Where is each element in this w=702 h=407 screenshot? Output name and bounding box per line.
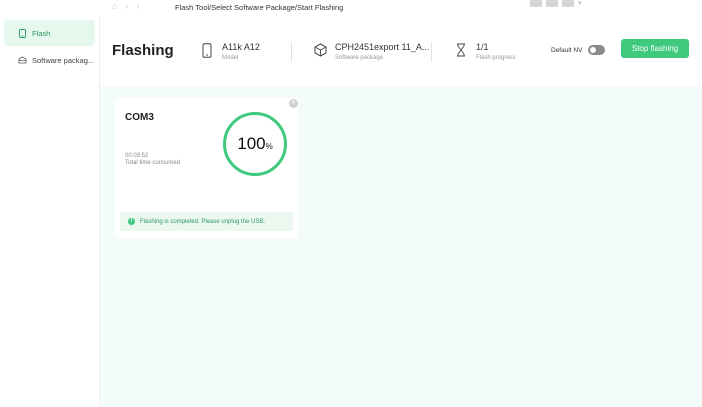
default-nv-toggle[interactable]: [588, 45, 605, 55]
package-label: Software package: [335, 55, 384, 61]
device-card: ✕ COM3 00:03:52 Total time consumed 100 …: [115, 98, 298, 238]
package-value: CPH2451export 11_A...: [335, 42, 430, 52]
info-icon: i: [128, 218, 135, 225]
cube-icon: [313, 42, 327, 58]
chevron-down-icon[interactable]: ▾: [578, 0, 586, 7]
app-window: ⌂ ‹ › Flash Tool/Select Software Package…: [0, 0, 702, 407]
title-bar: ⌂ ‹ › Flash Tool/Select Software Package…: [0, 0, 702, 16]
close-icon[interactable]: ✕: [289, 99, 298, 108]
page-title: Flashing: [112, 42, 174, 59]
progress-label: Flash progress: [476, 55, 516, 61]
tools-icon[interactable]: [546, 0, 558, 7]
forward-icon[interactable]: ›: [136, 1, 139, 11]
printer-icon[interactable]: [562, 0, 574, 7]
stop-flashing-button[interactable]: Stop flashing: [621, 39, 689, 58]
back-icon[interactable]: ‹: [125, 1, 128, 11]
home-icon[interactable]: ⌂: [112, 1, 117, 11]
progress-info: 1/1 Flash progress: [454, 42, 516, 61]
hourglass-icon: [454, 42, 468, 58]
progress-percent: 100: [237, 134, 266, 153]
completion-notice: i Flashing is completed. Please unplug t…: [120, 212, 293, 231]
sidebar-item-label: Software packag...: [32, 55, 95, 65]
phone-icon: [18, 28, 27, 38]
port-name: COM3: [125, 112, 154, 123]
divider: [291, 42, 292, 62]
sidebar-item-software-package[interactable]: Software packag...: [4, 47, 95, 73]
main-area: ✕ COM3 00:03:52 Total time consumed 100 …: [100, 86, 702, 407]
window-controls: ▾: [530, 0, 586, 7]
package-icon: [18, 56, 27, 65]
elapsed-time-label: Total time consumed: [125, 160, 181, 166]
model-label: Model: [222, 55, 239, 61]
package-info: CPH2451export 11_A... Software package: [313, 42, 429, 61]
percent-sign: %: [265, 142, 273, 151]
sidebar-item-label: Flash: [32, 28, 51, 38]
sidebar: Flash Software packag...: [0, 16, 100, 407]
header: Flashing A11k A12 Model CPH2451export 11…: [100, 16, 702, 86]
divider: [431, 42, 432, 62]
model-value: A11k A12: [222, 42, 260, 52]
default-nv-label: Default NV: [551, 47, 583, 54]
notice-text: Flashing is completed. Please unplug the…: [140, 218, 266, 225]
sidebar-item-flash[interactable]: Flash: [4, 20, 95, 46]
nav-buttons: ⌂ ‹ ›: [112, 1, 139, 11]
phone-icon: [200, 42, 214, 58]
progress-value: 1/1: [476, 42, 489, 52]
model-info: A11k A12 Model: [200, 42, 260, 61]
progress-ring: 100 %: [223, 112, 287, 176]
elapsed-time: 00:03:52: [125, 153, 149, 159]
grid-icon[interactable]: [530, 0, 542, 7]
breadcrumb: Flash Tool/Select Software Package/Start…: [175, 3, 344, 12]
